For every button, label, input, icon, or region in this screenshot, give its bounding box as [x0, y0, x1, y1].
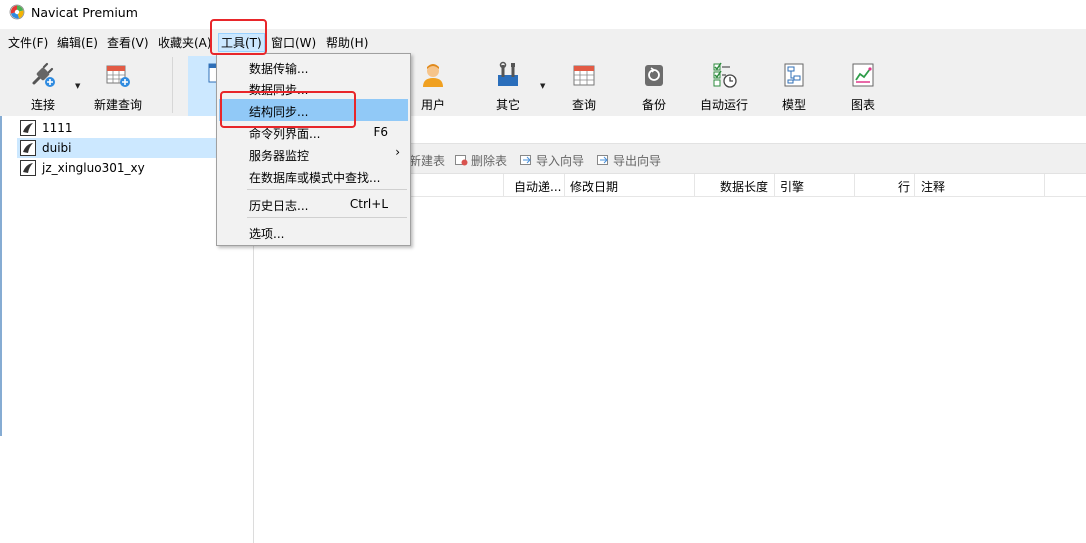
delete-table-icon: [455, 155, 468, 166]
chart-button[interactable]: 图表: [843, 53, 883, 116]
delete-table-button[interactable]: 删除表: [455, 152, 507, 169]
model-label: 模型: [781, 98, 806, 112]
menu-separator: [247, 189, 407, 190]
submenu-arrow-icon: ›: [395, 145, 400, 159]
window-edge: [0, 116, 2, 436]
connection-label: duibi: [42, 141, 72, 155]
connection-label: 1111: [42, 121, 73, 135]
tools-icon: [498, 61, 518, 86]
automation-button[interactable]: 自动运行: [696, 53, 752, 116]
menu-shortcut: Ctrl+L: [349, 197, 388, 211]
menu-separator: [247, 217, 407, 218]
col-comment[interactable]: 注释: [921, 178, 945, 195]
menu-item-label: 选项...: [249, 227, 285, 241]
title-bar: Navicat Premium: [0, 0, 1086, 26]
export-wizard-button[interactable]: 导出向导: [597, 152, 661, 169]
navicat-logo-icon: [9, 4, 25, 20]
menu-file[interactable]: 文件(F): [8, 34, 48, 51]
col-auto-increment[interactable]: 自动递...: [514, 178, 561, 195]
connect-label: 连接: [30, 98, 55, 112]
backup-label: 备份: [641, 98, 666, 112]
highlight-tools-menu: [210, 19, 267, 55]
new-query-button[interactable]: 新建查询: [90, 53, 146, 116]
highlight-structure-sync: [220, 91, 356, 128]
mysql-connection-icon: [20, 140, 36, 156]
col-rows[interactable]: 行: [898, 178, 910, 195]
query-button[interactable]: 查询: [564, 53, 604, 116]
menu-favorites[interactable]: 收藏夹(A): [158, 34, 212, 51]
mysql-connection-icon: [20, 120, 36, 136]
chart-label: 图表: [850, 98, 875, 112]
menu-history-log[interactable]: 历史日志... Ctrl+L: [219, 193, 408, 215]
connect-dropdown-icon[interactable]: ▼: [75, 82, 80, 90]
delete-table-label: 删除表: [471, 154, 508, 168]
new-table-button[interactable]: 新建表: [409, 152, 445, 169]
tools-menu-dropdown: 数据传输... 数据同步... 结构同步... 命令列界面... F6 服务器监…: [216, 53, 411, 246]
user-icon: [423, 64, 443, 87]
column-separator: [774, 174, 775, 196]
automation-label: 自动运行: [699, 98, 748, 112]
user-label: 用户: [420, 98, 445, 112]
import-icon: [520, 155, 531, 165]
import-wizard-button[interactable]: 导入向导: [520, 152, 584, 169]
column-separator: [564, 174, 565, 196]
menu-find-in-database[interactable]: 在数据库或模式中查找...: [219, 165, 408, 187]
new-query-label: 新建查询: [93, 98, 142, 112]
menu-window[interactable]: 窗口(W): [271, 34, 316, 51]
backup-icon: [645, 65, 663, 86]
export-wizard-label: 导出向导: [613, 154, 662, 168]
column-separator: [694, 174, 695, 196]
col-modified-date[interactable]: 修改日期: [570, 178, 618, 195]
model-button[interactable]: 模型: [774, 53, 814, 116]
others-label: 其它: [495, 98, 520, 112]
menu-data-transfer[interactable]: 数据传输...: [219, 56, 408, 78]
menu-item-label: 服务器监控: [249, 149, 310, 163]
menu-server-monitor[interactable]: 服务器监控 ›: [219, 143, 408, 165]
main-toolbar: 连接 ▼ 新建查询 用户 其它 ▼ 查询 备份 自动运行 模型 图表: [0, 53, 1086, 116]
menu-options[interactable]: 选项...: [219, 221, 408, 243]
col-engine[interactable]: 引擎: [780, 178, 804, 195]
menu-item-label: 历史日志...: [249, 199, 309, 213]
others-dropdown-icon[interactable]: ▼: [540, 82, 545, 90]
column-separator: [914, 174, 915, 196]
menu-edit[interactable]: 编辑(E): [57, 34, 98, 51]
others-button[interactable]: 其它: [488, 53, 528, 116]
menu-item-label: 数据传输...: [249, 62, 309, 76]
toolbar-separator: [172, 57, 173, 113]
mysql-connection-icon: [20, 160, 36, 176]
chart-icon: [852, 63, 874, 87]
query-label: 查询: [571, 98, 596, 112]
menu-item-label: 在数据库或模式中查找...: [249, 171, 381, 185]
menu-bar: 文件(F) 编辑(E) 查看(V) 收藏夹(A) 工具(T) 窗口(W) 帮助(…: [0, 29, 1086, 53]
menu-shortcut: F6: [373, 125, 388, 139]
menu-help[interactable]: 帮助(H): [326, 34, 368, 51]
export-icon: [597, 155, 608, 165]
query-icon: [573, 65, 595, 86]
column-separator: [503, 174, 504, 196]
plug-icon: [32, 62, 55, 87]
col-data-length[interactable]: 数据长度: [720, 178, 768, 195]
schedule-icon: [713, 62, 737, 88]
import-wizard-label: 导入向导: [536, 154, 585, 168]
backup-button[interactable]: 备份: [634, 53, 674, 116]
column-separator: [854, 174, 855, 196]
connection-label: jz_xingluo301_xy: [42, 161, 145, 175]
user-button[interactable]: 用户: [413, 53, 453, 116]
column-separator: [1044, 174, 1045, 196]
connect-button[interactable]: 连接: [20, 53, 66, 116]
menu-view[interactable]: 查看(V): [107, 34, 149, 51]
model-icon: [784, 63, 804, 87]
window-title: Navicat Premium: [31, 5, 138, 20]
new-query-icon: [106, 65, 130, 87]
